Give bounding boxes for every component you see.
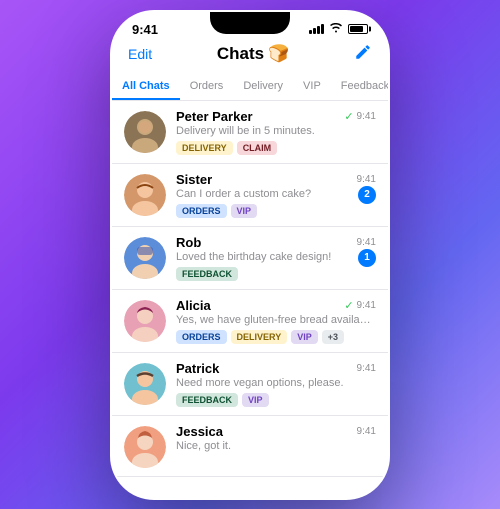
tab-all-chats[interactable]: All Chats [112,74,180,100]
chat-time: ✓ 9:41 [344,110,376,123]
status-time: 9:41 [132,22,158,37]
chat-top: Jessica 9:41 [176,424,376,439]
chat-item[interactable]: Sister 9:41 Can I order a custom cake? O… [112,164,388,227]
chat-name: Rob [176,235,201,250]
chat-time: 9:41 [357,363,376,374]
unread-badge: 1 [358,249,376,267]
edit-button[interactable]: Edit [128,46,152,62]
chat-name: Patrick [176,361,219,376]
chat-top: Peter Parker ✓ 9:41 [176,109,376,124]
page-title: Chats 🍞 [217,44,289,64]
tag-more: +3 [322,330,344,344]
chat-name: Peter Parker [176,109,253,124]
unread-badge: 2 [358,186,376,204]
chat-tags: FEEDBACK [176,267,376,281]
chat-item[interactable]: Peter Parker ✓ 9:41 Delivery will be in … [112,101,388,164]
chat-content: Alicia ✓ 9:41 Yes, we have gluten-free b… [176,298,376,344]
chat-item[interactable]: Alicia ✓ 9:41 Yes, we have gluten-free b… [112,290,388,353]
chat-time: 9:41 [357,174,376,185]
tab-orders[interactable]: Orders [180,74,234,100]
chat-preview: Yes, we have gluten-free bread available… [176,314,376,326]
chat-preview: Can I order a custom cake? [176,188,376,200]
status-icons [309,23,368,36]
tag-feedback: FEEDBACK [176,267,238,281]
notch [210,12,290,34]
chat-list: Peter Parker ✓ 9:41 Delivery will be in … [112,101,388,477]
tag-orders: ORDERS [176,204,227,218]
avatar [124,426,166,468]
signal-bars-icon [309,24,324,34]
tag-delivery: DELIVERY [231,330,288,344]
chat-tags: FEEDBACK VIP [176,393,376,407]
tag-feedback: FEEDBACK [176,393,238,407]
read-check-icon: ✓ [344,110,353,123]
chat-top: Sister 9:41 [176,172,376,187]
app-header: Edit Chats 🍞 [112,39,388,74]
avatar [124,174,166,216]
chat-preview: Loved the birthday cake design! [176,251,376,263]
chat-time: ✓ 9:41 [344,299,376,312]
tab-vip[interactable]: VIP [293,74,331,100]
chat-content: Rob 9:41 Loved the birthday cake design!… [176,235,376,281]
chat-top: Patrick 9:41 [176,361,376,376]
chat-top: Rob 9:41 [176,235,376,250]
chat-tags: ORDERS VIP [176,204,376,218]
chat-content: Peter Parker ✓ 9:41 Delivery will be in … [176,109,376,155]
tag-delivery: DELIVERY [176,141,233,155]
chat-item[interactable]: Rob 9:41 Loved the birthday cake design!… [112,227,388,290]
tab-feedback[interactable]: Feedback [331,74,388,100]
chat-preview: Nice, got it. [176,440,376,452]
chat-preview: Need more vegan options, please. [176,377,376,389]
chat-name: Sister [176,172,212,187]
chat-item[interactable]: Patrick 9:41 Need more vegan options, pl… [112,353,388,416]
tabs-container: All Chats Orders Delivery VIP Feedback E [112,74,388,101]
battery-icon [348,24,368,34]
tag-claim: CLAIM [237,141,278,155]
wifi-icon [330,23,342,36]
chat-time: 9:41 [357,426,376,437]
compose-button[interactable] [354,43,372,66]
chat-name: Alicia [176,298,211,313]
tab-delivery[interactable]: Delivery [233,74,293,100]
chat-tags: ORDERS DELIVERYVIP +3 [176,330,376,344]
chat-top: Alicia ✓ 9:41 [176,298,376,313]
phone-frame: 9:41 Edit Chats 🍞 [110,10,390,500]
chat-preview: Delivery will be in 5 minutes. [176,125,376,137]
read-check-icon: ✓ [344,299,353,312]
avatar [124,111,166,153]
chat-tags: DELIVERY CLAIM [176,141,376,155]
chat-time: 9:41 [357,237,376,248]
chat-content: Jessica 9:41 Nice, got it. [176,424,376,452]
chat-name: Jessica [176,424,223,439]
tag-orders: ORDERS [176,330,227,344]
avatar [124,300,166,342]
chat-item[interactable]: Jessica 9:41 Nice, got it. [112,416,388,477]
chat-content: Sister 9:41 Can I order a custom cake? O… [176,172,376,218]
avatar [124,363,166,405]
chat-content: Patrick 9:41 Need more vegan options, pl… [176,361,376,407]
tag-vip: VIP [291,330,318,344]
tag-vip: VIP [231,204,258,218]
tag-vip: VIP [242,393,269,407]
avatar [124,237,166,279]
